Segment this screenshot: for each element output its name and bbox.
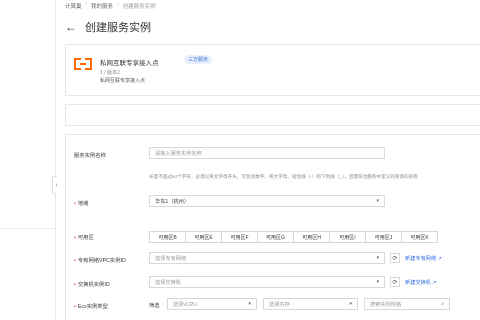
zone-option-i[interactable]: 可用区I [329, 231, 366, 243]
vpc-select[interactable]: 选择专有网络 ▾ [149, 252, 385, 264]
zone-option-b[interactable]: 可用区B [149, 231, 186, 243]
instance-form: 服务实例名称 请输入服务实例名称 长度不超过64个字符，必须以英文字母开头，可包… [65, 134, 480, 320]
vpc-label: • 专有网络VPC实例ID [74, 258, 126, 264]
zone-option-h[interactable]: 可用区H [293, 231, 330, 243]
chevron-down-icon: ▾ [349, 301, 352, 307]
service-description: 私网互联专享接入点 [100, 78, 146, 84]
create-vpc-link[interactable]: 新建专有网络 ↗ [405, 255, 442, 262]
chevron-down-icon: ▾ [376, 279, 379, 285]
left-nav-rail [0, 0, 56, 320]
zone-selector: 可用区B 可用区E 可用区F 可用区G 可用区H 可用区I 可用区J 可用区K [149, 231, 438, 243]
external-link-icon: ↗ [437, 256, 442, 262]
vswitch-select[interactable]: 选择交换机 ▾ [149, 276, 385, 288]
breadcrumb-item-compute-nest[interactable]: 计算巢 [65, 2, 82, 10]
instance-name-label: 服务实例名称 [74, 153, 106, 159]
service-info-card: 私网互联专享接入点 三方服务 1 / 版本2 私网互联专享接入点 [65, 44, 480, 96]
back-arrow-icon[interactable]: ← [65, 21, 77, 33]
instance-spec-search[interactable]: 搜索实例规格 ⌕ [364, 298, 450, 310]
breadcrumb: 计算巢 / 我的服务 / 创建服务实例 [65, 2, 156, 10]
chevron-down-icon: ▾ [376, 255, 379, 261]
region-label: • 地域 [74, 201, 89, 207]
nav-divider [0, 228, 56, 229]
chevron-down-icon: ▾ [376, 198, 379, 204]
page-title: 创建服务实例 [85, 22, 151, 34]
empty-section-panel [65, 104, 480, 126]
vcpu-select[interactable]: 选择vCPU ▾ [167, 298, 257, 310]
service-type-badge: 三方服务 [184, 55, 213, 64]
refresh-icon[interactable]: ⟳ [390, 277, 400, 287]
zone-option-j[interactable]: 可用区J [365, 231, 402, 243]
chevron-down-icon: ▾ [248, 301, 251, 307]
breadcrumb-item-my-services[interactable]: 我的服务 [91, 2, 113, 10]
filter-label: 筛选 [149, 303, 160, 309]
memory-select[interactable]: 选择内存 ▾ [263, 298, 358, 310]
main-content: 计算巢 / 我的服务 / 创建服务实例 ← 创建服务实例 私网互联专享接入点 三… [57, 0, 480, 320]
page-header: ← 创建服务实例 [65, 19, 151, 35]
zone-option-f[interactable]: 可用区F [221, 231, 258, 243]
zone-option-g[interactable]: 可用区G [257, 231, 294, 243]
refresh-icon[interactable]: ⟳ [390, 253, 400, 263]
zone-option-k[interactable]: 可用区K [401, 231, 438, 243]
instance-name-hint: 长度不超过64个字符，必须以英文字母开头，可包含数字、英文字母、短划线（-）和下… [149, 174, 418, 179]
ecs-type-label: • Ecs实例类型 [74, 304, 108, 310]
aliyun-logo-icon [74, 58, 92, 70]
create-vswitch-link[interactable]: 新建交换机 ↗ [405, 279, 437, 286]
external-link-icon: ↗ [432, 280, 437, 286]
service-version: 1 / 版本2 [100, 70, 120, 76]
breadcrumb-item-current: 创建服务实例 [122, 4, 156, 10]
search-icon: ⌕ [441, 301, 444, 307]
region-select[interactable]: 华东1（杭州） ▾ [149, 195, 385, 207]
zone-label: • 可用区 [74, 235, 94, 241]
service-name: 私网互联专享接入点 [100, 60, 159, 67]
vswitch-label: • 交换机实例ID [74, 282, 110, 288]
instance-name-input[interactable]: 请输入服务实例名称 [149, 147, 385, 159]
zone-option-e[interactable]: 可用区E [185, 231, 222, 243]
